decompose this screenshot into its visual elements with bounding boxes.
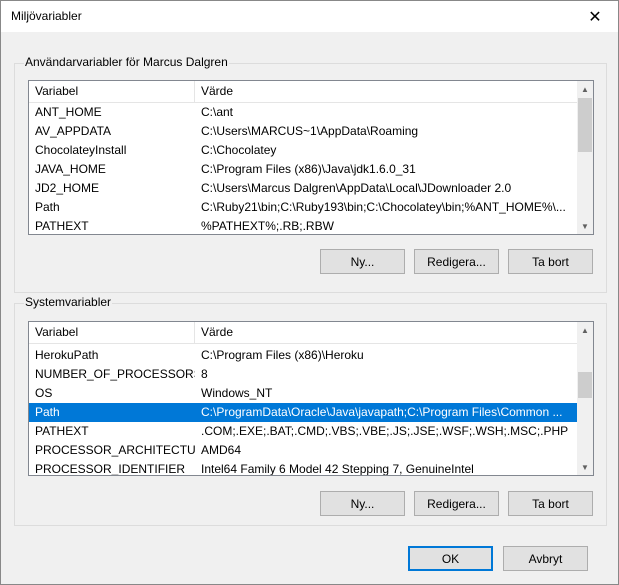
system-delete-button[interactable]: Ta bort [508,491,593,516]
table-row[interactable]: PROCESSOR_IDENTIFIER Intel64 Family 6 Mod… [29,460,577,476]
scrollbar-thumb[interactable] [578,98,592,152]
table-row[interactable]: NUMBER_OF_PROCESSORS 8 [29,365,577,384]
environment-variables-dialog: Miljövariabler ✕ Användarvariabler för M… [0,0,619,585]
system-variables-list[interactable]: Variabel Värde HerokuPath C:\Program File… [28,321,594,476]
system-variables-label: Systemvariabler [24,295,113,309]
variable-name-cell: Path [35,200,60,214]
column-header-variable[interactable]: Variabel [29,81,195,102]
variable-name-cell: ANT_HOME [35,105,102,119]
variable-name-cell: PATHEXT [35,219,89,233]
variable-value-cell: %PATHEXT%;.RB;.RBW [201,219,334,233]
variable-name-cell: PATHEXT [35,424,89,438]
table-row[interactable]: HerokuPath C:\Program Files (x86)\Heroku [29,346,577,365]
column-header-value[interactable]: Värde [195,322,577,343]
cancel-button[interactable]: Avbryt [503,546,588,571]
vertical-scrollbar[interactable]: ▲ ▼ [577,322,593,475]
table-row[interactable]: JD2_HOME C:\Users\Marcus Dalgren\AppData\… [29,179,577,198]
user-new-button[interactable]: Ny... [320,249,405,274]
table-row[interactable]: ChocolateyInstall C:\Chocolatey [29,141,577,160]
table-row[interactable]: PATHEXT %PATHEXT%;.RB;.RBW [29,217,577,234]
variable-value-cell: C:\Program Files (x86)\Heroku [201,348,364,362]
table-row[interactable]: AV_APPDATA C:\Users\MARCUS~1\AppData\Roam… [29,122,577,141]
window-title: Miljövariabler [11,9,82,23]
column-header-variable[interactable]: Variabel [29,322,195,343]
variable-value-cell: C:\ProgramData\Oracle\Java\javapath;C:\P… [201,405,563,419]
user-variables-list[interactable]: Variabel Värde ANT_HOME C:\ant AV_APPDATA C… [28,80,594,235]
variable-name-cell: AV_APPDATA [35,124,112,138]
variable-value-cell: C:\ant [201,105,234,119]
variable-value-cell: Intel64 Family 6 Model 42 Stepping 7, Ge… [201,462,474,476]
variable-value-cell: AMD64 [201,443,242,457]
column-header-value[interactable]: Värde [195,81,577,102]
table-row[interactable]: JAVA_HOME C:\Program Files (x86)\Java\jdk… [29,160,577,179]
variable-value-cell: C:\Program Files (x86)\Java\jdk1.6.0_31 [201,162,416,176]
user-variables-group: Användarvariabler för Marcus Dalgren Var… [14,55,607,293]
table-row[interactable]: PROCESSOR_ARCHITECTURE AMD64 [29,441,577,460]
variable-value-cell: Windows_NT [201,386,273,400]
variable-name-cell: Path [35,405,60,419]
chevron-down-icon[interactable]: ▼ [577,218,593,234]
table-row[interactable]: Path C:\ProgramData\Oracle\Java\javapath;… [29,403,577,422]
user-variables-rows: ANT_HOME C:\ant AV_APPDATA C:\Users\MARCUS~… [29,103,577,234]
variable-value-cell: 8 [201,367,208,381]
vertical-scrollbar[interactable]: ▲ ▼ [577,81,593,234]
variable-name-cell: HerokuPath [35,348,99,362]
variable-value-cell: C:\Users\Marcus Dalgren\AppData\Local\JD… [201,181,512,195]
chevron-up-icon[interactable]: ▲ [577,322,593,338]
scrollbar-thumb[interactable] [578,372,592,398]
variable-name-cell: PROCESSOR_IDENTIFIER [35,462,186,476]
variable-value-cell: .COM;.EXE;.BAT;.CMD;.VBS;.VBE;.JS;.JSE;.… [201,424,569,438]
variable-name-cell: JAVA_HOME [35,162,106,176]
system-new-button[interactable]: Ny... [320,491,405,516]
system-variables-rows: HerokuPath C:\Program Files (x86)\Heroku N… [29,346,577,476]
chevron-up-icon[interactable]: ▲ [577,81,593,97]
user-edit-button[interactable]: Redigera... [414,249,499,274]
close-icon[interactable]: ✕ [572,1,618,32]
variable-value-cell: C:\Chocolatey [201,143,277,157]
ok-button[interactable]: OK [408,546,493,571]
list-header: Variabel Värde [29,81,577,103]
user-variables-label: Användarvariabler för Marcus Dalgren [24,55,229,69]
list-header: Variabel Värde [29,322,577,344]
variable-name-cell: OS [35,386,53,400]
variable-name-cell: JD2_HOME [35,181,100,195]
variable-value-cell: C:\Ruby21\bin;C:\Ruby193\bin;C:\Chocolat… [201,200,566,214]
variable-value-cell: C:\Users\MARCUS~1\AppData\Roaming [201,124,419,138]
title-bar: Miljövariabler ✕ [1,1,618,32]
table-row[interactable]: Path C:\Ruby21\bin;C:\Ruby193\bin;C:\Choc… [29,198,577,217]
chevron-down-icon[interactable]: ▼ [577,459,593,475]
user-delete-button[interactable]: Ta bort [508,249,593,274]
table-row[interactable]: OS Windows_NT [29,384,577,403]
table-row[interactable]: PATHEXT .COM;.EXE;.BAT;.CMD;.VBS;.VBE;.JS… [29,422,577,441]
variable-name-cell: ChocolateyInstall [35,143,127,157]
variable-name-cell: PROCESSOR_ARCHITECTURE [35,443,195,457]
table-row[interactable]: ANT_HOME C:\ant [29,103,577,122]
variable-name-cell: NUMBER_OF_PROCESSORS [35,367,195,381]
system-edit-button[interactable]: Redigera... [414,491,499,516]
system-variables-group: Systemvariabler Variabel Värde HerokuPat… [14,295,607,526]
